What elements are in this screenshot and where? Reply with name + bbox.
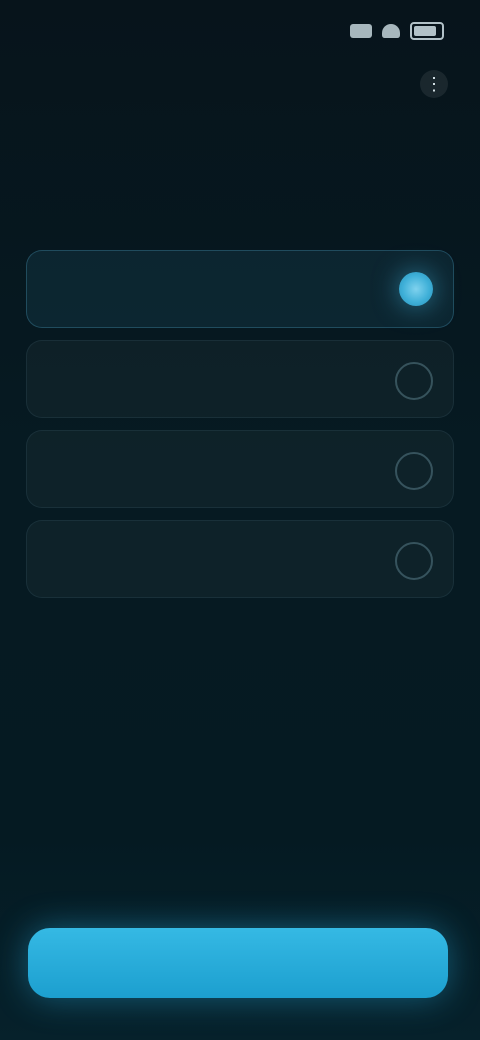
signal-icon	[350, 24, 372, 38]
radio-icon[interactable]	[395, 542, 433, 580]
status-time	[34, 18, 124, 42]
radio-selected-icon[interactable]	[399, 272, 433, 306]
status-bar	[0, 0, 480, 60]
option-4[interactable]	[26, 520, 454, 598]
status-icons	[350, 20, 444, 42]
wifi-icon	[382, 24, 400, 38]
option-1[interactable]	[26, 250, 454, 328]
continue-button[interactable]	[28, 928, 448, 998]
options-list	[26, 250, 454, 610]
option-2[interactable]	[26, 340, 454, 418]
radio-icon[interactable]	[395, 362, 433, 400]
option-3[interactable]	[26, 430, 454, 508]
radio-icon[interactable]	[395, 452, 433, 490]
more-options-button[interactable]: ⋮	[420, 70, 448, 98]
more-icon: ⋮	[425, 73, 443, 94]
battery-icon	[410, 22, 444, 40]
